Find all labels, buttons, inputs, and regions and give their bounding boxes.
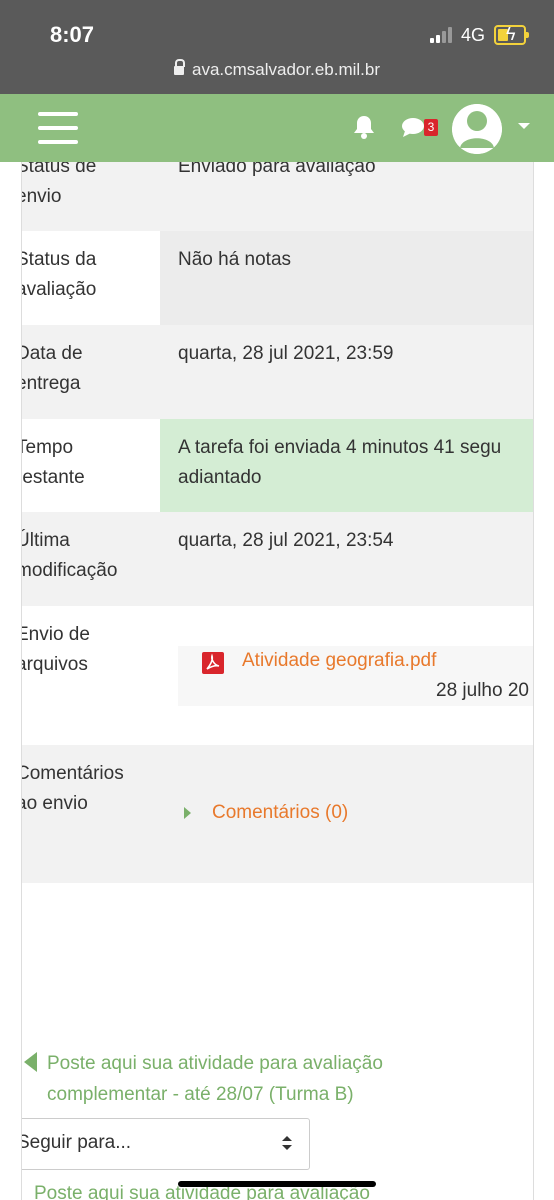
ios-status-bar: 8:07 4G ϟ ava.cmsalvador.eb.mil.br <box>0 0 554 94</box>
bell-icon[interactable] <box>352 114 376 140</box>
battery-icon: ϟ <box>494 24 529 45</box>
row-label: Tempo restante <box>21 437 85 488</box>
table-row: Status da avaliação Não há notas <box>22 231 533 325</box>
message-count-badge: 3 <box>424 119 438 136</box>
user-menu-caret-icon[interactable] <box>518 123 530 129</box>
signal-icon <box>430 27 454 43</box>
submitted-file: Atividade geografia.pdf 28 julho 20 <box>178 646 533 706</box>
select-arrows-icon <box>282 1136 292 1150</box>
row-label: Comentários ao envio <box>21 763 124 814</box>
jump-to-select[interactable]: Seguir para... <box>22 1118 310 1170</box>
row-label: Envio de arquivos <box>21 624 90 675</box>
row-value: quarta, 28 jul 2021, 23:54 <box>178 530 394 551</box>
row-value: A tarefa foi enviada 4 minutos 41 segu ad… <box>160 419 533 512</box>
clock: 8:07 <box>50 22 95 47</box>
table-row: Última modificação quarta, 28 jul 2021, 2… <box>22 512 533 606</box>
row-label: Data de entrega <box>21 343 83 394</box>
url-text: ava.cmsalvador.eb.mil.br <box>191 60 381 79</box>
file-link[interactable]: Atividade geografia.pdf <box>242 650 436 672</box>
row-label: Última modificação <box>21 530 118 581</box>
assignment-status-panel: Status deenvio Enviado para avaliação St… <box>21 162 534 1200</box>
table-row: Data de entrega quarta, 28 jul 2021, 23:5… <box>22 325 533 419</box>
row-label: Status deenvio <box>21 162 97 207</box>
network-type: 4G <box>461 25 486 45</box>
table-row: Status deenvio Enviado para avaliação <box>22 162 533 231</box>
file-date: 28 julho 20 <box>436 680 529 701</box>
expand-triangle-icon[interactable] <box>184 807 191 819</box>
user-avatar-icon[interactable] <box>452 104 502 154</box>
row-label: Status da avaliação <box>21 249 97 300</box>
address-bar[interactable]: ava.cmsalvador.eb.mil.br <box>0 59 554 80</box>
row-value: Não há notas <box>160 231 533 325</box>
home-indicator <box>178 1181 376 1187</box>
row-value: Enviado para avaliação <box>178 162 376 177</box>
lock-icon <box>173 59 185 75</box>
pdf-icon <box>202 652 224 674</box>
row-value: quarta, 28 jul 2021, 23:59 <box>178 343 394 364</box>
comments-link[interactable]: Comentários (0) <box>212 802 348 824</box>
arrow-left-icon <box>24 1052 37 1072</box>
hamburger-menu-icon[interactable] <box>38 112 78 144</box>
table-row: Tempo restante A tarefa foi enviada 4 min… <box>22 419 533 512</box>
